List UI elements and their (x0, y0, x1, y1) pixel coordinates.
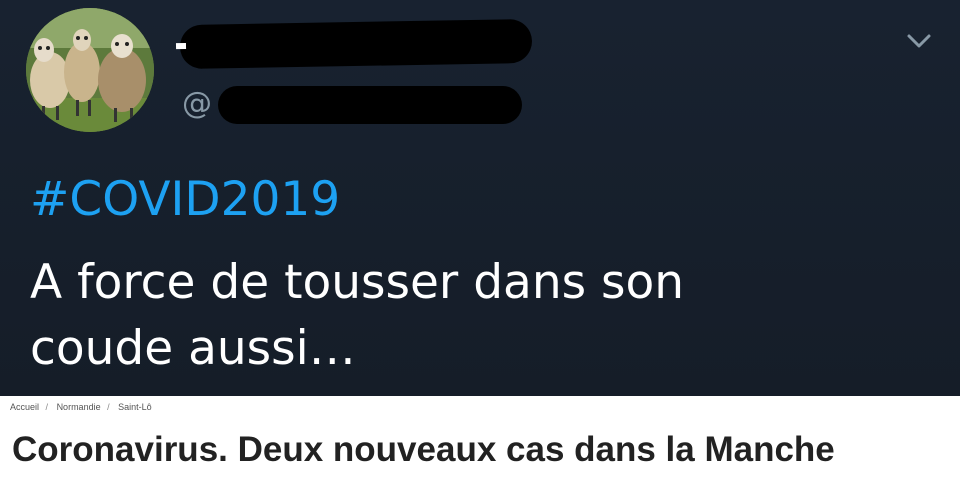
breadcrumb-item-saint-lo[interactable]: Saint-Lô (118, 402, 152, 412)
display-name-redacted[interactable] (175, 18, 533, 70)
chevron-down-icon (907, 34, 931, 48)
sheep-avatar-icon (26, 8, 154, 132)
breadcrumb-separator: / (107, 402, 110, 412)
handle-prefix: @ (182, 86, 212, 121)
breadcrumb-item-normandie[interactable]: Normandie (57, 402, 101, 412)
tweet-text-line: coude aussi… (30, 321, 356, 376)
tweet-menu-button[interactable] (902, 24, 936, 58)
breadcrumb-separator: / (45, 402, 49, 412)
avatar[interactable] (26, 8, 154, 132)
screenshot: @ #COVID2019 A force de tousser dans son… (0, 0, 960, 496)
breadcrumb: Accueil / Normandie / Saint-Lô (10, 402, 156, 412)
hashtag-link[interactable]: #COVID2019 (30, 170, 340, 230)
article-headline[interactable]: Coronavirus. Deux nouveaux cas dans la M… (12, 428, 835, 472)
redaction-artifact (175, 42, 187, 50)
tweet-card: @ #COVID2019 A force de tousser dans son… (0, 0, 960, 396)
handle-redacted (218, 86, 522, 124)
article-header: Accueil / Normandie / Saint-Lô Coronavir… (0, 396, 960, 496)
breadcrumb-item-accueil[interactable]: Accueil (10, 402, 39, 412)
tweet-text: A force de tousser dans son coude aussi… (30, 250, 930, 382)
tweet-text-line: A force de tousser dans son (30, 255, 685, 310)
